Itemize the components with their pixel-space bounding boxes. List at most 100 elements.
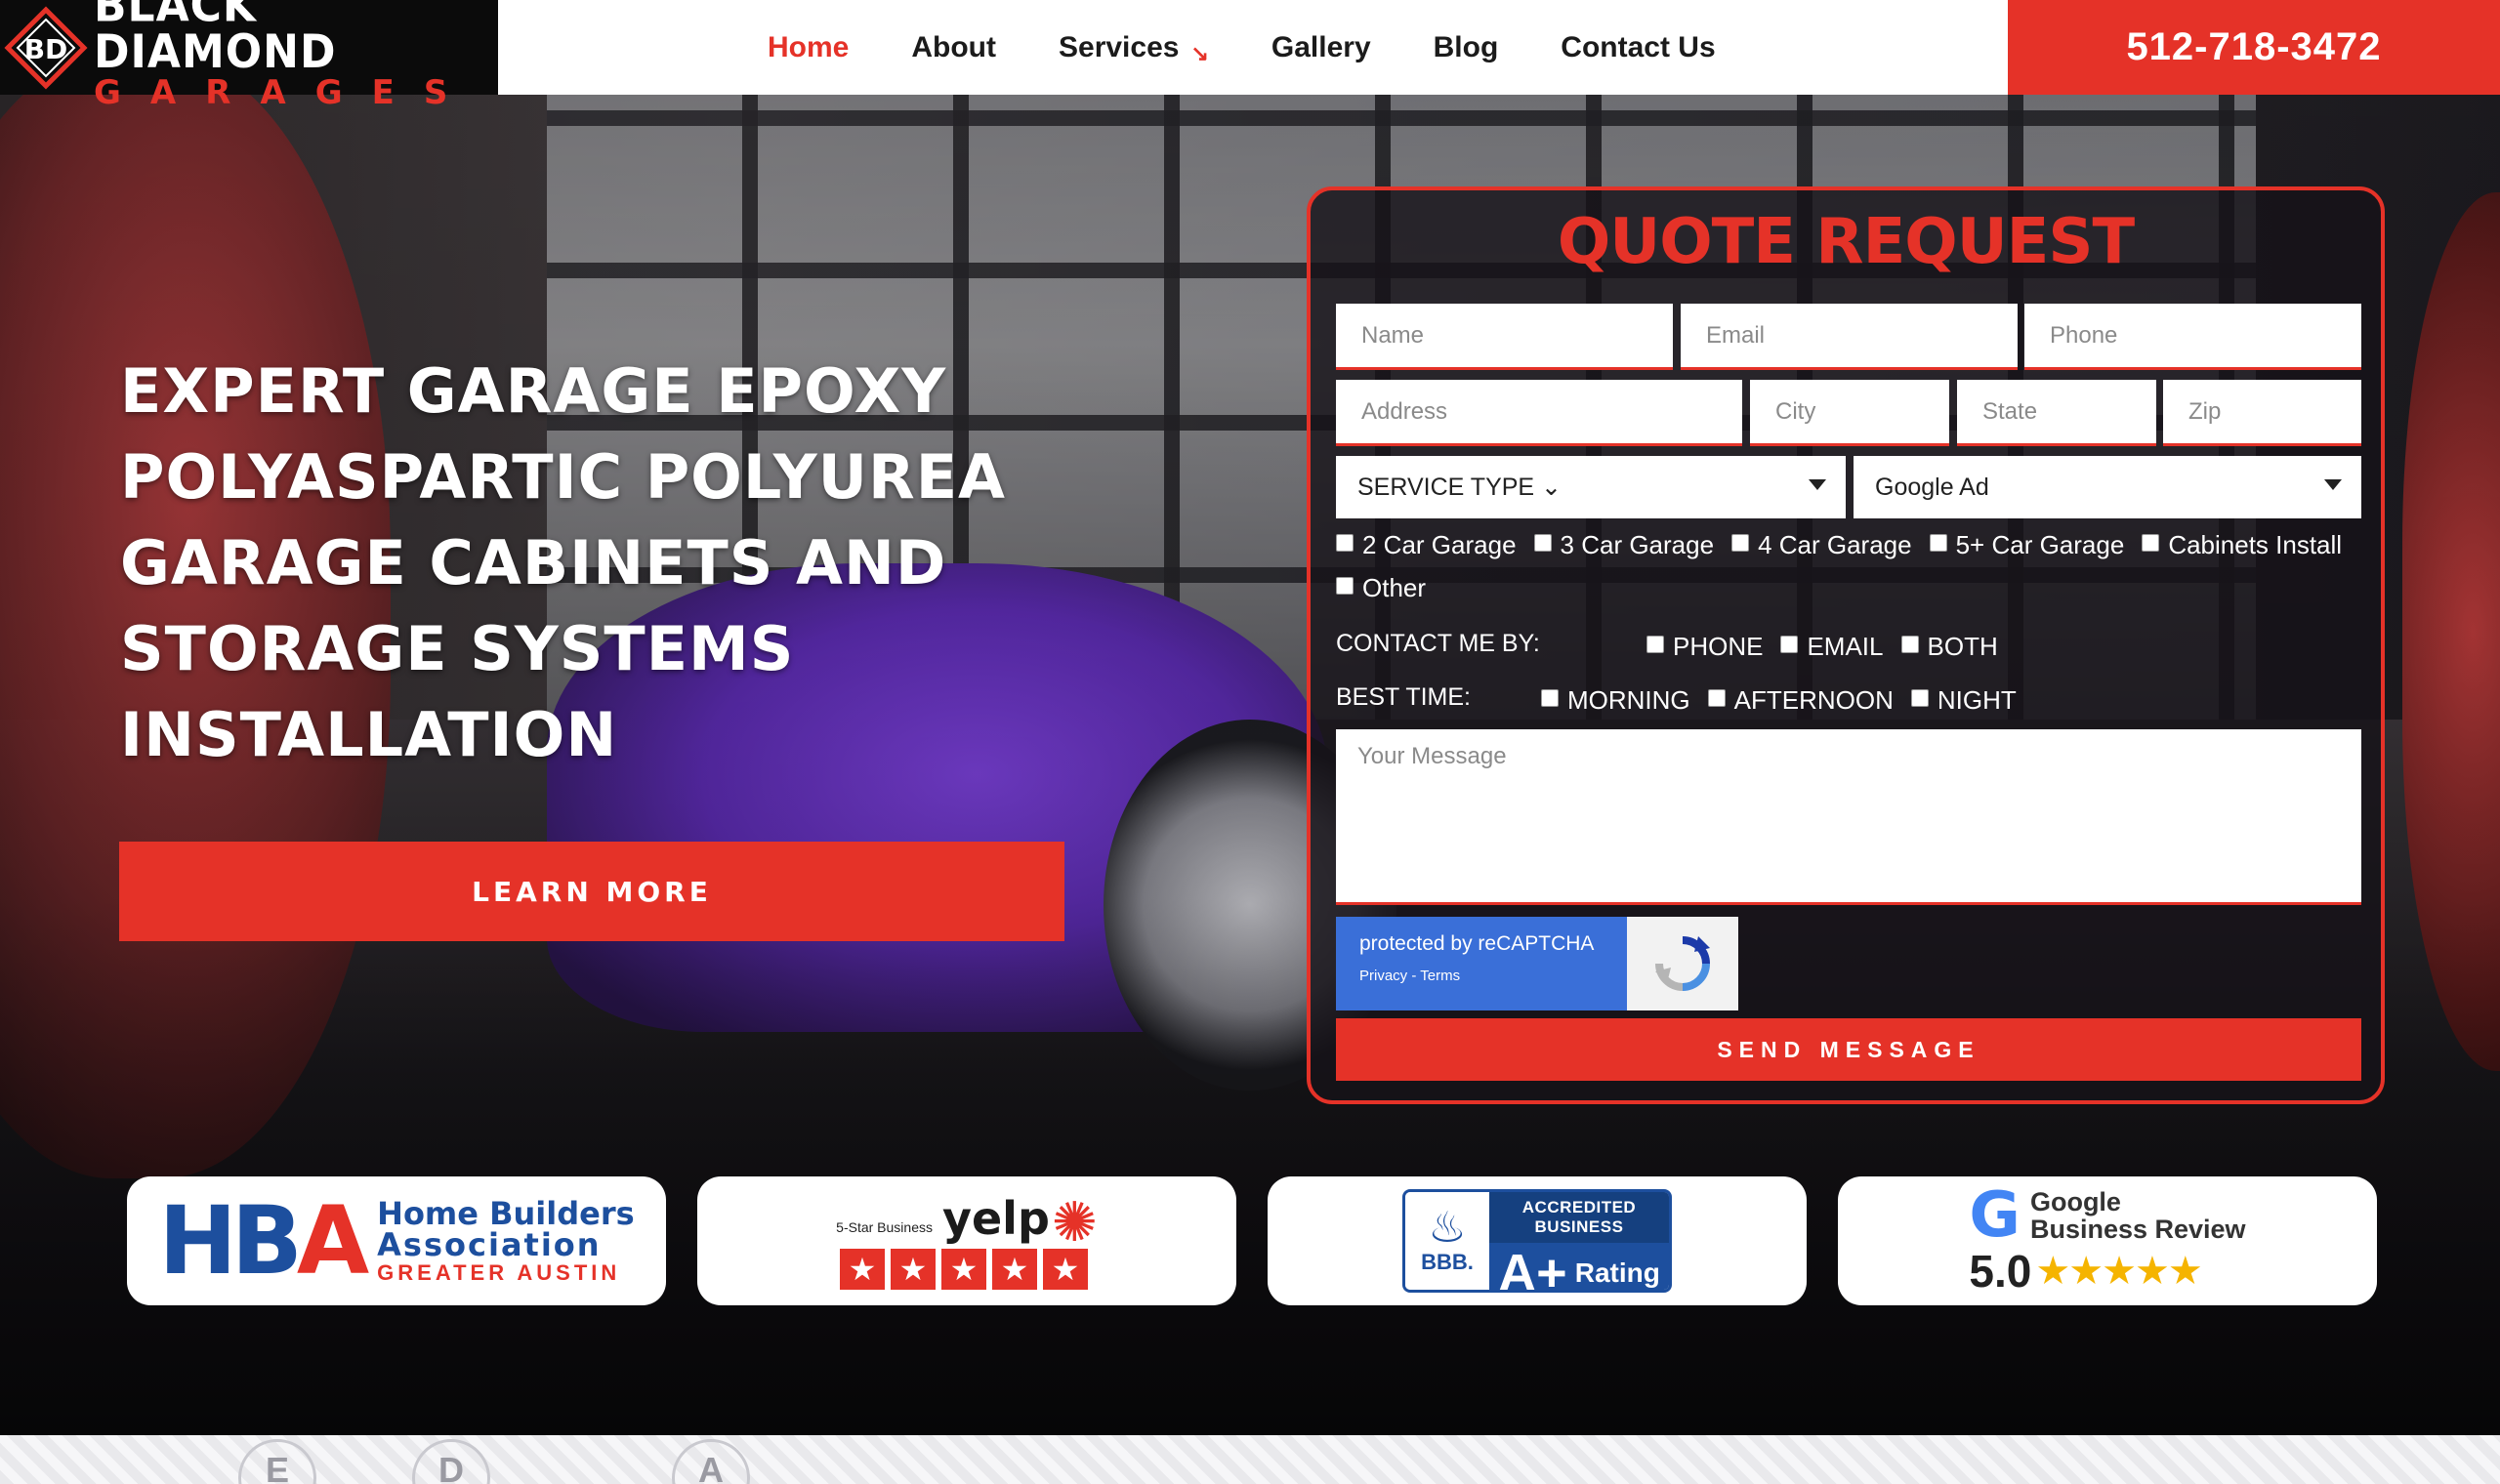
name-input[interactable] (1336, 304, 1673, 370)
bbb-label: BBB. (1421, 1250, 1474, 1274)
brand-logo[interactable]: BD BLACK DIAMOND GARAGES (0, 0, 498, 109)
bbb-accredited-text: ACCREDITED BUSINESS (1489, 1192, 1669, 1243)
time-afternoon[interactable]: AFTERNOON (1707, 685, 1894, 716)
hero-section: EXPERT GARAGE EPOXY POLYASPARTIC POLYURE… (0, 95, 2500, 1435)
best-time-options: MORNING AFTERNOON NIGHT (1541, 685, 2034, 716)
garage-size-options: 2 Car Garage 3 Car Garage 4 Car Garage 5… (1336, 530, 2359, 560)
contact-both-label: BOTH (1927, 632, 1998, 661)
headline-line-1: EXPERT GARAGE EPOXY (120, 355, 947, 427)
contact-email[interactable]: EMAIL (1780, 632, 1884, 662)
diamond-logo-icon: BD (4, 5, 88, 90)
checkbox[interactable] (1910, 688, 1929, 707)
checkbox[interactable] (1780, 635, 1799, 653)
checkbox[interactable] (1336, 533, 1354, 552)
send-message-button[interactable]: SEND MESSAGE (1336, 1018, 2361, 1081)
checkbox[interactable] (1929, 533, 1947, 552)
service-type-select[interactable]: SERVICE TYPE ⌄ (1336, 456, 1846, 518)
hero-headline: EXPERT GARAGE EPOXY POLYASPARTIC POLYURE… (120, 349, 1097, 778)
time-night[interactable]: NIGHT (1910, 685, 2017, 716)
option-other-label: Other (1362, 573, 1427, 602)
hba-line-1: Home Builders (377, 1195, 635, 1232)
nav-contact[interactable]: Contact Us (1561, 31, 1715, 64)
bbb-rating-text: Rating (1574, 1257, 1660, 1288)
message-textarea[interactable] (1336, 729, 2361, 905)
phone-call-button[interactable]: 512-718-3472 (2008, 0, 2500, 95)
bbb-badge[interactable]: ♨ BBB. ACCREDITED BUSINESS A+ Rating (1268, 1176, 1807, 1305)
best-time-label: BEST TIME: (1336, 683, 1472, 711)
checkbox[interactable] (1533, 533, 1552, 552)
google-review-badge[interactable]: G Google Business Review 5.0 ★★★★★ (1838, 1176, 2377, 1305)
recaptcha-label-box: protected by reCAPTCHA Privacy - Terms (1336, 917, 1627, 1010)
option-other[interactable]: Other (1336, 573, 1426, 603)
yelp-star-rating: ★ ★ ★ ★ ★ (839, 1249, 1094, 1290)
option-4-car[interactable]: 4 Car Garage (1731, 530, 1912, 560)
bbb-torch-icon: ♨ (1428, 1204, 1467, 1252)
option-2-car-label: 2 Car Garage (1362, 530, 1517, 559)
option-3-car[interactable]: 3 Car Garage (1533, 530, 1715, 560)
send-message-label: SEND MESSAGE (1717, 1036, 1980, 1062)
option-5plus-car-label: 5+ Car Garage (1955, 530, 2125, 559)
recaptcha-privacy-terms-link[interactable]: Privacy - Terms (1359, 968, 1604, 984)
lead-source-select[interactable]: Google Ad (1854, 456, 2361, 518)
state-input[interactable] (1957, 380, 2156, 446)
option-3-car-label: 3 Car Garage (1560, 530, 1715, 559)
google-line-2: Business Review (2029, 1215, 2246, 1244)
option-cabinets-label: Cabinets Install (2168, 530, 2343, 559)
contact-by-label: CONTACT ME BY: (1336, 630, 1540, 657)
logo-line-2: GARAGES (94, 72, 478, 112)
nav-about[interactable]: About (911, 31, 996, 64)
quote-form-title: QUOTE REQUEST (1557, 206, 2135, 278)
checkbox[interactable] (1646, 635, 1664, 653)
option-2-car[interactable]: 2 Car Garage (1336, 530, 1517, 560)
zip-input[interactable] (2163, 380, 2361, 446)
nav-blog[interactable]: Blog (1434, 31, 1499, 64)
google-stars-icon: ★★★★★ (2035, 1250, 2202, 1293)
checkbox[interactable] (2142, 533, 2160, 552)
nav-blog-label: Blog (1433, 30, 1499, 63)
google-score: 5.0 (1969, 1246, 2032, 1297)
google-line-1: Google (2029, 1186, 2121, 1216)
star-icon: ★ (991, 1249, 1037, 1290)
email-input[interactable] (1681, 304, 2018, 370)
headline-line-2: POLYASPARTIC POLYUREA (120, 441, 1007, 513)
headline-line-3: GARAGE CABINETS AND (120, 527, 947, 598)
hba-line-3: GREATER AUSTIN (377, 1260, 621, 1285)
hba-line-2: Association (377, 1226, 602, 1263)
dropdown-arrow-icon: ↘ (1190, 40, 1209, 65)
nav-home[interactable]: Home (768, 31, 849, 64)
contact-method-options: PHONE EMAIL BOTH (1646, 632, 2016, 662)
yelp-badge[interactable]: 5-Star Business yelp ✺ ★ ★ ★ ★ ★ (697, 1176, 1236, 1305)
recaptcha-protected-text: protected by reCAPTCHA (1359, 932, 1595, 955)
checkbox[interactable] (1707, 688, 1726, 707)
option-cabinets[interactable]: Cabinets Install (2142, 530, 2342, 560)
hba-text: Home Builders Association GREATER AUSTIN (377, 1198, 635, 1284)
other-option-row: Other (1336, 573, 1443, 603)
contact-both[interactable]: BOTH (1900, 632, 1998, 662)
hba-badge[interactable]: HBA Home Builders Association GREATER AU… (127, 1176, 666, 1305)
checkbox[interactable] (1541, 688, 1559, 707)
checkbox[interactable] (1731, 533, 1750, 552)
checkbox[interactable] (1900, 635, 1919, 653)
yelp-logo: 5-Star Business yelp ✺ ★ ★ ★ ★ ★ (836, 1192, 1098, 1290)
logo-mark-text: BD (24, 33, 68, 65)
contact-phone[interactable]: PHONE (1646, 632, 1763, 662)
recaptcha-widget[interactable]: protected by reCAPTCHA Privacy - Terms (1336, 917, 1738, 1010)
time-night-label: NIGHT (1937, 685, 2017, 715)
phone-number: 512-718-3472 (2126, 25, 2382, 68)
checkbox[interactable] (1336, 576, 1354, 595)
time-morning-label: MORNING (1567, 685, 1690, 715)
quote-request-form: QUOTE REQUEST SERVICE TYPE ⌄ Google Ad 2… (1307, 186, 2385, 1104)
address-input[interactable] (1336, 380, 1742, 446)
main-nav: Home About Services ↘ Gallery Blog Contac… (768, 0, 1778, 95)
nav-gallery[interactable]: Gallery (1271, 31, 1371, 64)
option-5plus-car[interactable]: 5+ Car Garage (1929, 530, 2125, 560)
time-morning[interactable]: MORNING (1541, 685, 1690, 716)
learn-more-button[interactable]: LEARN MORE (119, 842, 1064, 941)
nav-services[interactable]: Services ↘ (1059, 29, 1209, 66)
yelp-burst-icon: ✺ (1051, 1191, 1098, 1254)
star-icon: ★ (890, 1249, 936, 1290)
caret-down-icon (1809, 479, 1826, 490)
phone-input[interactable] (2024, 304, 2361, 370)
city-input[interactable] (1750, 380, 1949, 446)
time-afternoon-label: AFTERNOON (1733, 685, 1894, 715)
